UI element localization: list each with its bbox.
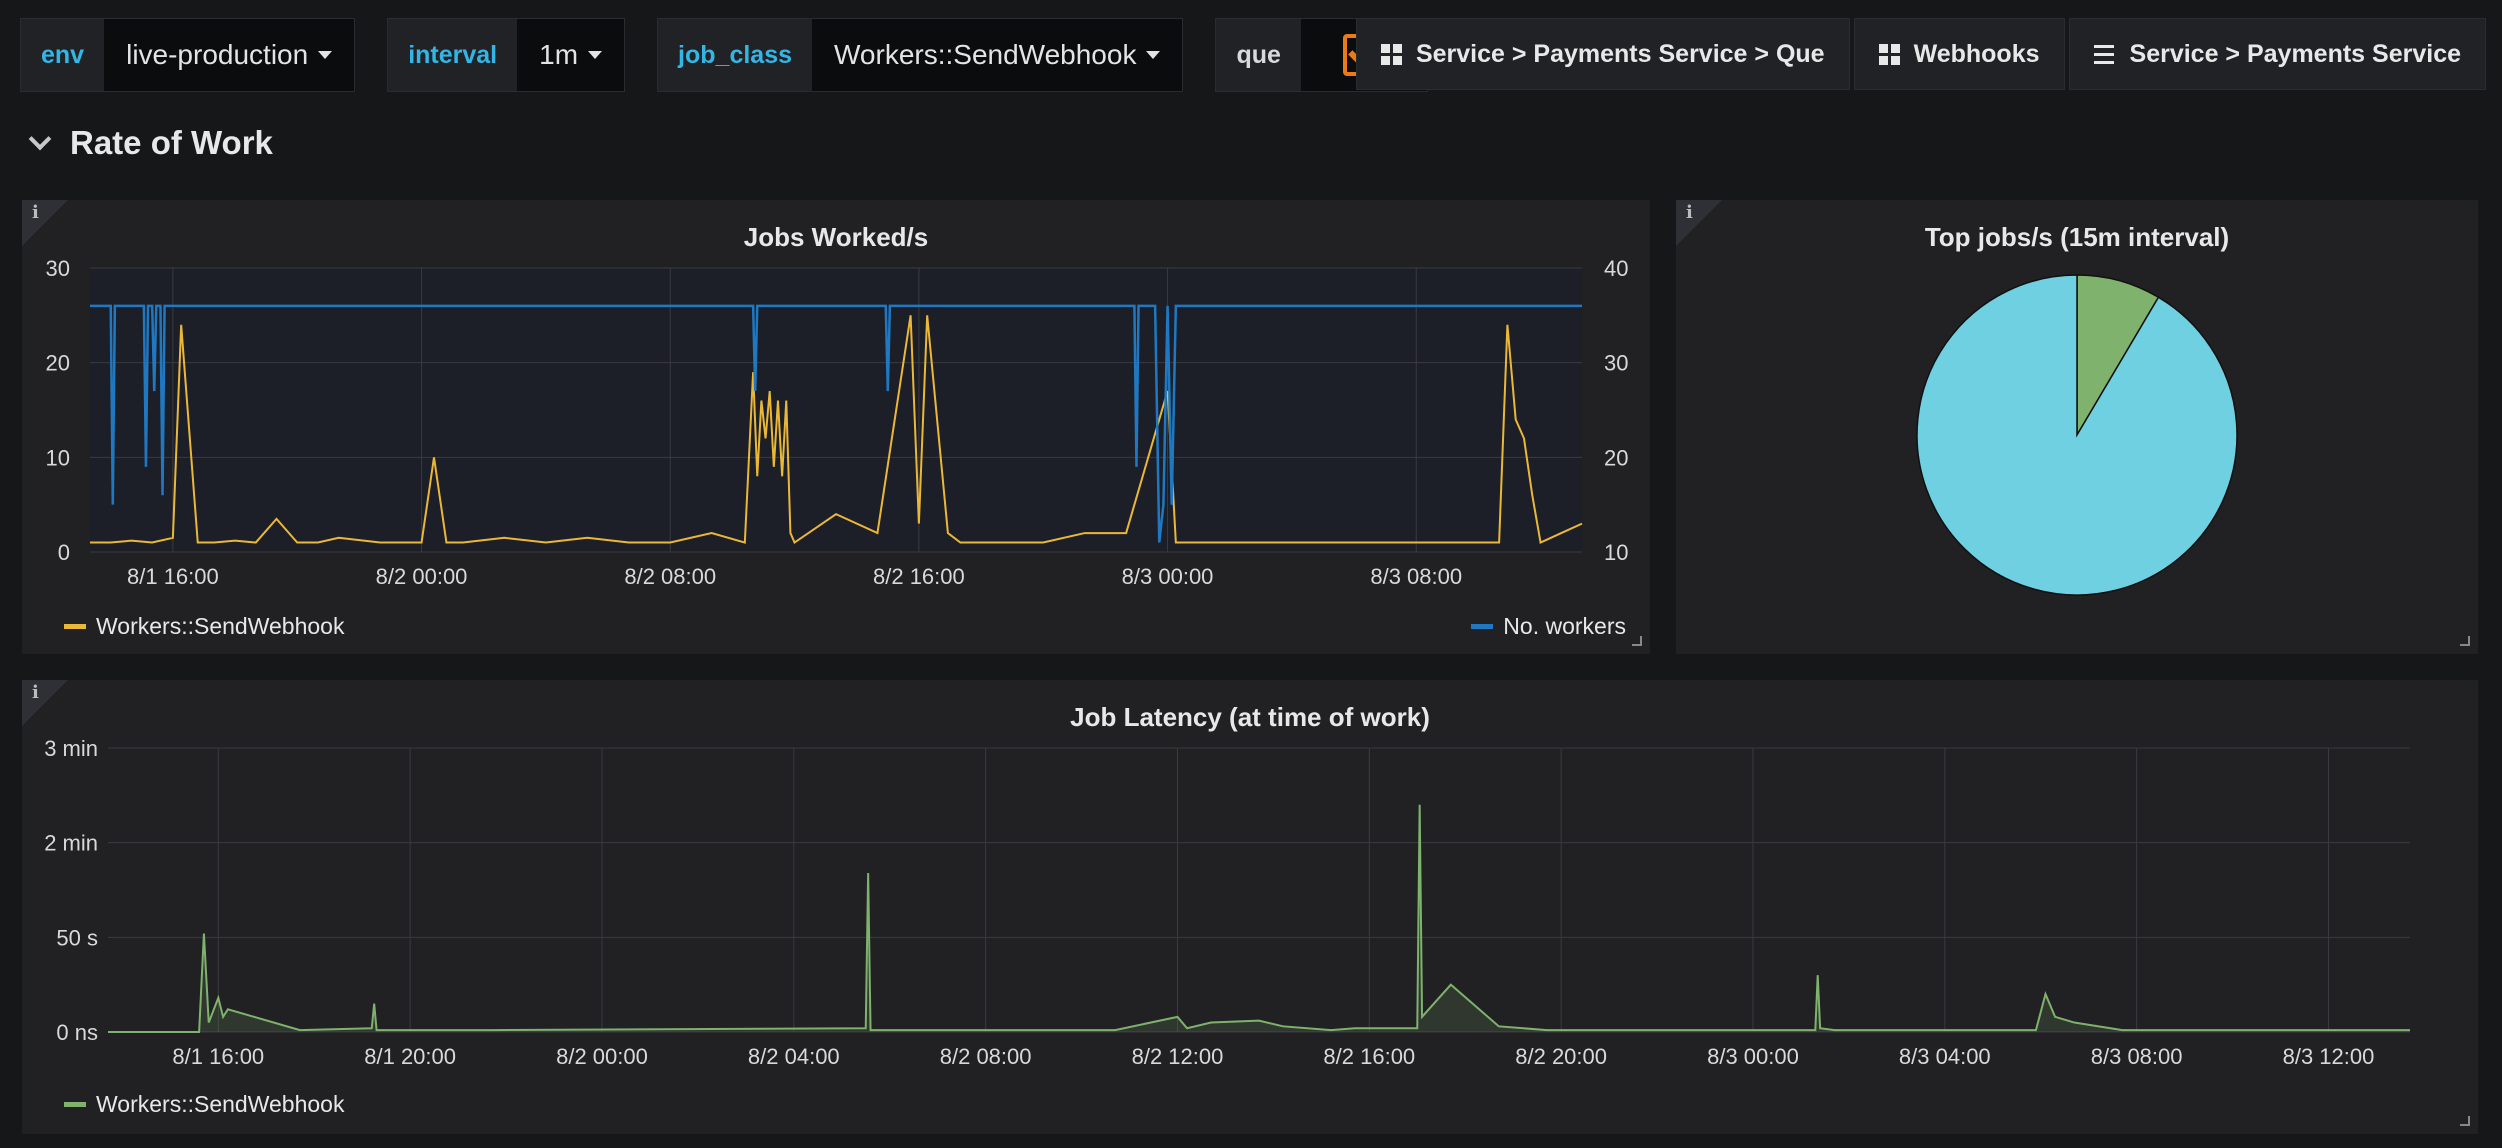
link-webhooks[interactable]: Webhooks [1853,18,2065,90]
x-tick-label: 8/3 08:00 [2091,1044,2183,1069]
variable-env-value: live-production [126,39,309,70]
pie-slice [1916,274,2238,596]
y-right-tick-label: 40 [1604,256,1628,281]
legend-swatch [64,1102,86,1107]
y-left-tick-label: 20 [46,351,70,376]
x-tick-label: 8/3 08:00 [1370,564,1462,589]
panel-job-latency: i Job Latency (at time of work) 0 ns 50 s… [22,680,2478,1134]
legend-label: Workers::SendWebhook [96,1091,345,1117]
legend-item-sendwebhook[interactable]: Workers::SendWebhook [64,1091,344,1118]
grid-icon [1380,43,1402,65]
panel-resize-handle[interactable] [2460,1116,2470,1126]
legend-item-workers[interactable]: No. workers [1471,613,1626,640]
variable-job-class: job_class Workers::SendWebhook [657,18,1184,92]
x-tick-label: 8/2 20:00 [1515,1044,1607,1069]
variable-interval-label: interval [388,19,518,91]
y-tick-label: 2 min [44,831,98,856]
variable-interval: interval 1m [387,18,626,92]
series-line-sendwebhook [108,804,2410,1033]
x-tick-label: 8/2 08:00 [940,1044,1032,1069]
template-variables-bar: env live-production interval 1m job_clas… [20,18,1460,92]
variable-interval-dropdown[interactable]: 1m [517,19,625,91]
row-header-rate-of-work[interactable]: Rate of Work [28,124,273,162]
job-latency-chart: 0 ns 50 s 2 min 3 min 8/1 16:00 8/1 20:00 8/2 … [44,736,2410,1069]
x-tick-label: 8/3 00:00 [1707,1044,1799,1069]
x-tick-label: 8/2 04:00 [748,1044,840,1069]
x-tick-label: 8/3 12:00 [2283,1044,2375,1069]
x-tick-label: 8/2 00:00 [556,1044,648,1069]
y-left-tick-label: 30 [46,256,70,281]
y-tick-label: 3 min [44,736,98,761]
x-tick-label: 8/2 16:00 [1323,1044,1415,1069]
y-right-tick-label: 10 [1604,540,1628,565]
y-left-tick-label: 10 [46,445,70,470]
list-icon [2093,44,2114,64]
x-tick-label: 8/3 00:00 [1122,564,1214,589]
y-tick-label: 0 ns [56,1020,98,1045]
row-title: Rate of Work [70,124,273,161]
x-tick-label: 8/3 04:00 [1899,1044,1991,1069]
y-right-tick-label: 20 [1604,445,1628,470]
legend-label: No. workers [1503,613,1626,639]
caret-down-icon [318,51,333,59]
variable-interval-value: 1m [539,39,579,70]
legend-label: Workers::SendWebhook [96,613,345,639]
y-tick-label: 50 s [56,925,98,950]
variable-job-class-value: Workers::SendWebhook [834,39,1137,70]
grid-icon [1878,43,1900,65]
x-tick-label: 8/2 00:00 [376,564,468,589]
legend-swatch [64,624,86,629]
x-tick-label: 8/2 12:00 [1132,1044,1224,1069]
y-left-tick-label: 0 [58,540,70,565]
variable-env-dropdown[interactable]: live-production [104,19,355,91]
variable-que-label: que [1216,19,1301,91]
jobs-worked-chart: 0 10 20 30 10 20 30 40 8/1 16:00 8/2 00:00 8/2 08:… [46,256,1629,589]
panel-resize-handle[interactable] [2460,636,2470,646]
link-payments-service-label: Service > Payments Service [2129,39,2461,68]
y-right-tick-label: 30 [1604,351,1628,376]
caret-down-icon [588,51,603,59]
legend-swatch [1471,624,1494,629]
x-tick-label: 8/2 16:00 [873,564,965,589]
caret-down-icon [1146,51,1161,59]
dashboard-links: Service > Payments Service > Que Webhook… [1352,18,2486,90]
link-webhooks-label: Webhooks [1913,39,2040,68]
link-que-dashboard-label: Service > Payments Service > Que [1415,39,1825,68]
x-tick-label: 8/2 08:00 [624,564,716,589]
variable-env-label: env [21,19,105,91]
top-jobs-pie-chart [1916,274,2238,596]
legend-item-sendwebhook[interactable]: Workers::SendWebhook [64,613,344,640]
x-tick-label: 8/1 16:00 [172,1044,264,1069]
variable-job-class-dropdown[interactable]: Workers::SendWebhook [812,19,1183,91]
variable-env: env live-production [20,18,356,92]
plot-area [90,268,1582,552]
panel-resize-handle[interactable] [1632,636,1642,646]
x-tick-label: 8/1 20:00 [364,1044,456,1069]
variable-job-class-label: job_class [658,19,812,91]
panel-jobs-worked: i Jobs Worked/s 0 10 20 30 10 20 30 40 8/1 16:00… [22,200,1650,654]
link-payments-service[interactable]: Service > Payments Service [2068,18,2486,90]
link-que-dashboard[interactable]: Service > Payments Service > Que [1355,18,1850,90]
x-tick-label: 8/1 16:00 [127,564,219,589]
series-area-sendwebhook [108,804,2410,1032]
chevron-down-icon [28,127,52,151]
panel-top-jobs: i Top jobs/s (15m interval) [1676,200,2478,654]
